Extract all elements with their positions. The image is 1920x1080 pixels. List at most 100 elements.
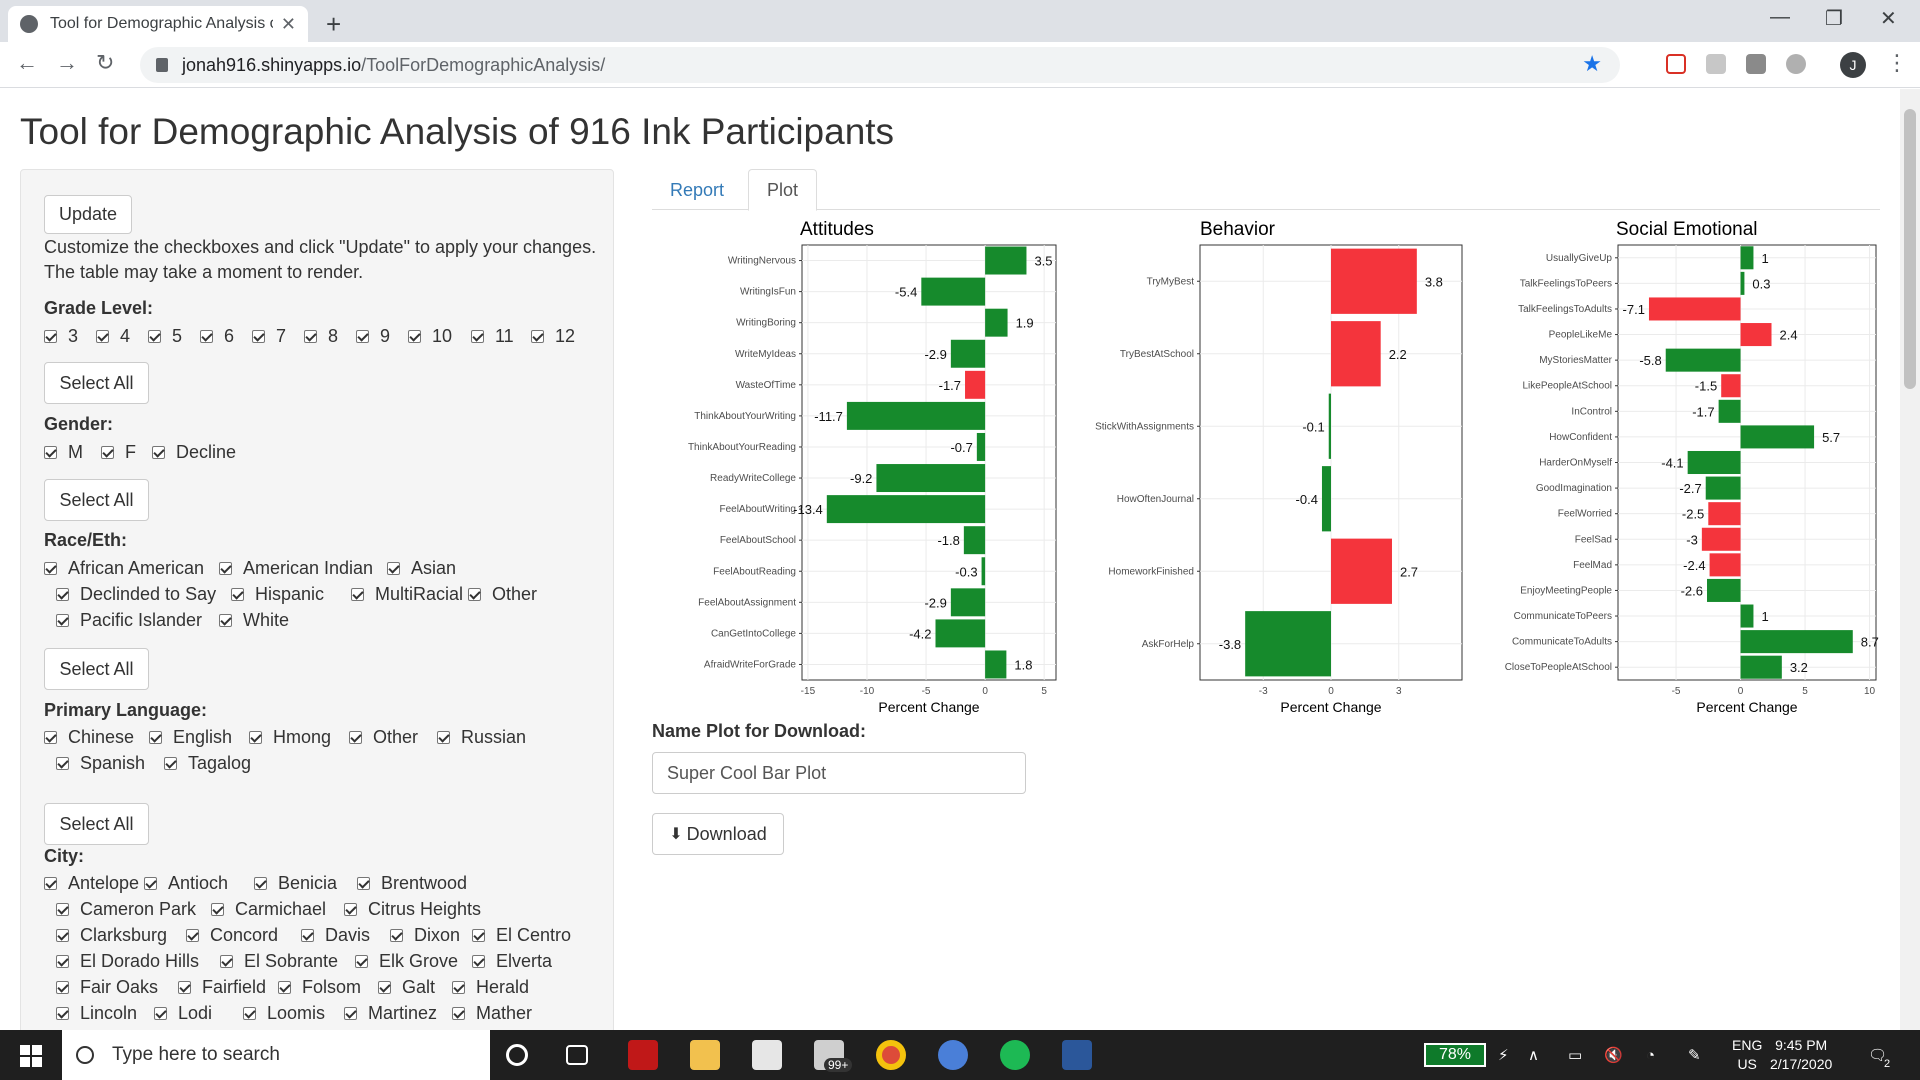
checkbox-race-declinded-to-say[interactable]: Declinded to Say — [56, 584, 216, 605]
checkbox-grade-7[interactable]: 7 — [252, 326, 286, 347]
checkbox-city-folsom[interactable]: Folsom — [278, 977, 361, 998]
checkbox-checked-icon[interactable] — [531, 330, 544, 343]
checkbox-city-clarksburg[interactable]: Clarksburg — [56, 925, 167, 946]
mcafee-icon[interactable] — [628, 1040, 658, 1070]
checkbox-checked-icon[interactable] — [278, 981, 291, 994]
checkbox-race-multiracial[interactable]: MultiRacial — [351, 584, 463, 605]
document-extension-icon[interactable] — [1706, 54, 1726, 74]
checkbox-checked-icon[interactable] — [56, 757, 69, 770]
minimize-icon[interactable]: — — [1770, 6, 1790, 29]
checkbox-grade-6[interactable]: 6 — [200, 326, 234, 347]
checkbox-checked-icon[interactable] — [56, 1007, 69, 1020]
scrollbar-thumb[interactable] — [1904, 109, 1916, 389]
checkbox-checked-icon[interactable] — [252, 330, 265, 343]
windows-start-icon[interactable] — [20, 1045, 42, 1067]
checkbox-checked-icon[interactable] — [44, 877, 57, 890]
reload-icon[interactable]: ↻ — [96, 50, 114, 76]
checkbox-city-antioch[interactable]: Antioch — [144, 873, 228, 894]
checkbox-checked-icon[interactable] — [219, 614, 232, 627]
language-indicator[interactable]: ENG US — [1732, 1036, 1762, 1074]
extension-icon-2[interactable] — [1786, 54, 1806, 74]
close-tab-icon[interactable]: ✕ — [281, 14, 296, 35]
checkbox-checked-icon[interactable] — [357, 877, 370, 890]
checkbox-city-fair-oaks[interactable]: Fair Oaks — [56, 977, 158, 998]
checkbox-grade-10[interactable]: 10 — [408, 326, 452, 347]
checkbox-checked-icon[interactable] — [154, 1007, 167, 1020]
back-icon[interactable]: ← — [16, 50, 38, 76]
battery-indicator[interactable]: 78% — [1424, 1043, 1486, 1067]
checkbox-checked-icon[interactable] — [149, 731, 162, 744]
checkbox-checked-icon[interactable] — [164, 757, 177, 770]
checkbox-checked-icon[interactable] — [249, 731, 262, 744]
notification-icon[interactable]: 🗨 — [1868, 1030, 1887, 1080]
checkbox-checked-icon[interactable] — [452, 981, 465, 994]
checkbox-checked-icon[interactable] — [243, 1007, 256, 1020]
address-bar[interactable]: jonah916.shinyapps.io /ToolForDemographi… — [140, 47, 1620, 83]
wifi-icon[interactable]: ◔ — [1646, 1030, 1655, 1080]
checkbox-checked-icon[interactable] — [301, 929, 314, 942]
checkbox-city-el-sobrante[interactable]: El Sobrante — [220, 951, 338, 972]
profile-avatar[interactable]: J — [1840, 52, 1866, 78]
checkbox-checked-icon[interactable] — [471, 330, 484, 343]
new-tab-icon[interactable]: + — [326, 9, 341, 40]
checkbox-city-carmichael[interactable]: Carmichael — [211, 899, 326, 920]
forward-icon[interactable]: → — [56, 50, 78, 76]
checkbox-grade-8[interactable]: 8 — [304, 326, 338, 347]
download-button[interactable]: ⬇ Download — [652, 813, 784, 855]
checkbox-city-citrus-heights[interactable]: Citrus Heights — [344, 899, 481, 920]
checkbox-city-cameron-park[interactable]: Cameron Park — [56, 899, 196, 920]
checkbox-checked-icon[interactable] — [304, 330, 317, 343]
spotify-icon[interactable] — [1000, 1040, 1030, 1070]
clock[interactable]: 9:45 PM 2/17/2020 — [1770, 1036, 1832, 1074]
checkbox-city-brentwood[interactable]: Brentwood — [357, 873, 467, 894]
checkbox-checked-icon[interactable] — [408, 330, 421, 343]
select-all-city-button[interactable]: Select All — [44, 803, 149, 845]
bookmark-star-icon[interactable]: ★ — [1582, 51, 1602, 77]
pen-icon[interactable]: ✎ — [1688, 1030, 1701, 1080]
menu-kebab-icon[interactable]: ⋮ — [1886, 50, 1908, 76]
battery-icon[interactable]: ▭ — [1568, 1030, 1582, 1080]
checkbox-race-african-american[interactable]: African American — [44, 558, 204, 579]
checkbox-checked-icon[interactable] — [219, 562, 232, 575]
tab-report[interactable]: Report — [652, 169, 742, 211]
checkbox-grade-5[interactable]: 5 — [148, 326, 182, 347]
checkbox-race-american-indian[interactable]: American Indian — [219, 558, 373, 579]
checkbox-language-other[interactable]: Other — [349, 727, 418, 748]
checkbox-grade-11[interactable]: 11 — [471, 326, 514, 347]
cortana-icon[interactable] — [506, 1044, 528, 1066]
file-explorer-icon[interactable] — [690, 1040, 720, 1070]
update-button[interactable]: Update — [44, 195, 132, 234]
checkbox-language-english[interactable]: English — [149, 727, 232, 748]
checkbox-language-russian[interactable]: Russian — [437, 727, 526, 748]
browser-tab[interactable]: Tool for Demographic Analysis of ✕ — [8, 6, 308, 42]
checkbox-checked-icon[interactable] — [437, 731, 450, 744]
checkbox-grade-9[interactable]: 9 — [356, 326, 390, 347]
checkbox-checked-icon[interactable] — [220, 955, 233, 968]
store-icon[interactable] — [752, 1040, 782, 1070]
checkbox-checked-icon[interactable] — [56, 955, 69, 968]
checkbox-checked-icon[interactable] — [56, 588, 69, 601]
checkbox-checked-icon[interactable] — [96, 330, 109, 343]
checkbox-city-fairfield[interactable]: Fairfield — [178, 977, 266, 998]
checkbox-grade-4[interactable]: 4 — [96, 326, 130, 347]
checkbox-checked-icon[interactable] — [452, 1007, 465, 1020]
checkbox-checked-icon[interactable] — [56, 929, 69, 942]
checkbox-city-davis[interactable]: Davis — [301, 925, 370, 946]
checkbox-city-martinez[interactable]: Martinez — [344, 1003, 437, 1024]
checkbox-checked-icon[interactable] — [178, 981, 191, 994]
checkbox-checked-icon[interactable] — [56, 903, 69, 916]
checkbox-language-chinese[interactable]: Chinese — [44, 727, 134, 748]
checkbox-city-herald[interactable]: Herald — [452, 977, 529, 998]
page-scrollbar[interactable] — [1900, 89, 1920, 1030]
checkbox-checked-icon[interactable] — [101, 446, 114, 459]
checkbox-language-spanish[interactable]: Spanish — [56, 753, 145, 774]
checkbox-city-mather[interactable]: Mather — [452, 1003, 532, 1024]
checkbox-gender-decline[interactable]: Decline — [152, 442, 236, 463]
checkbox-checked-icon[interactable] — [144, 877, 157, 890]
checkbox-checked-icon[interactable] — [231, 588, 244, 601]
checkbox-checked-icon[interactable] — [186, 929, 199, 942]
checkbox-race-asian[interactable]: Asian — [387, 558, 456, 579]
checkbox-city-antelope[interactable]: Antelope — [44, 873, 139, 894]
checkbox-city-dixon[interactable]: Dixon — [390, 925, 460, 946]
checkbox-checked-icon[interactable] — [44, 446, 57, 459]
